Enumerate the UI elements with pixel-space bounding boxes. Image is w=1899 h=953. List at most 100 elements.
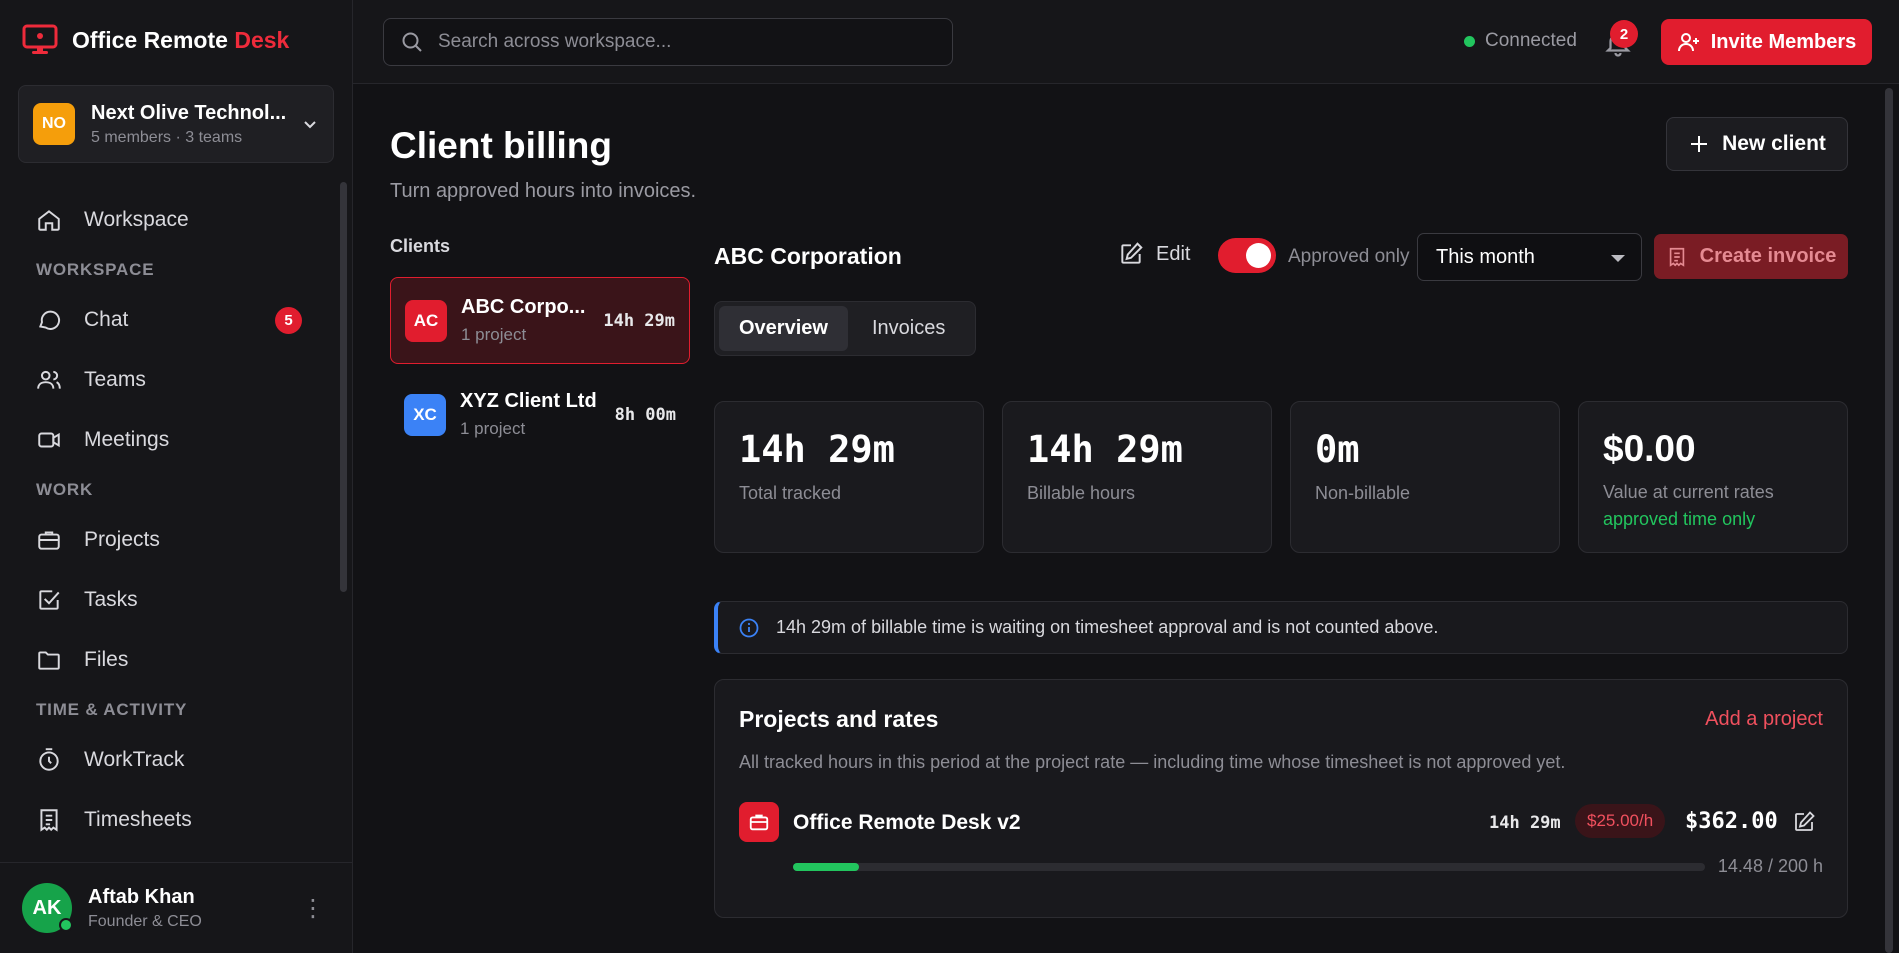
sidebar-item-label: Teams [84, 368, 146, 391]
invite-members-label: Invite Members [1710, 30, 1857, 53]
sidebar-nav: Workspace WORKSPACE Chat 5 Teams Meeting… [0, 190, 345, 850]
nav-section-time: TIME & ACTIVITY [36, 700, 188, 719]
edit-icon [1121, 242, 1143, 264]
client-project-count: 1 project [460, 419, 526, 438]
chat-bubble-icon [39, 310, 61, 330]
sidebar-item-teams[interactable]: Teams [0, 350, 345, 410]
sidebar-item-tasks[interactable]: Tasks [0, 570, 345, 630]
more-options-icon[interactable]: ⋮ [293, 894, 333, 923]
user-profile[interactable]: AK Aftab Khan Founder & CEO ⋮ [0, 862, 353, 953]
stat-value: 14h 29m [1027, 428, 1183, 471]
stat-label: Non-billable [1315, 483, 1411, 503]
connection-status-label: Connected [1485, 30, 1577, 51]
client-avatar: XC [404, 393, 446, 436]
user-name: Aftab Khan [88, 885, 195, 908]
add-project-link[interactable]: Add a project [1705, 708, 1823, 731]
project-amount: $362.00 [1685, 809, 1778, 834]
toggle-knob [1246, 243, 1271, 268]
detail-tabs: Overview Invoices [714, 301, 976, 356]
project-progress-fill [793, 863, 860, 871]
project-rate-badge[interactable]: $25.00/h [1575, 804, 1666, 838]
period-select[interactable]: This month [1417, 233, 1642, 281]
info-banner-text: 14h 29m of billable time is waiting on t… [776, 617, 1439, 637]
notification-badge: 2 [1610, 20, 1638, 48]
sidebar-item-label: Projects [84, 528, 160, 551]
sidebar-item-label: Timesheets [84, 808, 192, 831]
client-item-abc[interactable]: AC ABC Corpo... 1 project 14h 29m [390, 277, 690, 364]
sidebar: Office Remote Desk NO Next Olive Technol… [0, 0, 353, 953]
stat-label: Value at current rates [1603, 482, 1774, 502]
online-status-dot [59, 918, 73, 932]
video-camera-icon [38, 432, 60, 448]
create-invoice-label: Create invoice [1699, 245, 1837, 267]
main-scrollbar[interactable] [1885, 88, 1893, 953]
tab-overview[interactable]: Overview [719, 306, 848, 351]
org-name: Next Olive Technol... [91, 101, 287, 124]
create-invoice-button[interactable]: Create invoice [1654, 234, 1848, 279]
brand-name: Office Remote Desk [72, 26, 290, 53]
home-icon [38, 210, 60, 231]
user-plus-icon [1677, 33, 1699, 52]
nav-section-work: WORK [36, 480, 94, 499]
sidebar-item-label: Files [84, 648, 129, 671]
client-project-count: 1 project [461, 325, 527, 344]
org-avatar: NO [33, 103, 75, 145]
plus-icon [1691, 136, 1708, 152]
tab-invoices[interactable]: Invoices [852, 306, 965, 351]
stat-value: 0m [1315, 428, 1360, 471]
sidebar-item-timesheets[interactable]: Timesheets [0, 790, 345, 850]
client-hours: 8h 00m [614, 404, 676, 425]
avatar: AK [22, 883, 73, 933]
search-box[interactable] [383, 18, 953, 66]
monitor-logo-icon [22, 24, 58, 54]
caret-down-icon [1611, 255, 1625, 262]
sidebar-scrollbar[interactable] [340, 182, 347, 592]
status-dot [1464, 35, 1475, 47]
sidebar-item-meetings[interactable]: Meetings [0, 410, 345, 470]
client-name: ABC Corpo... [461, 296, 586, 318]
new-client-label: New client [1722, 132, 1826, 155]
chat-unread-badge: 5 [275, 306, 302, 334]
page-title: Client billing [390, 125, 612, 166]
sidebar-item-worktrack[interactable]: WorkTrack [0, 730, 345, 790]
sidebar-item-files[interactable]: Files [0, 630, 345, 690]
sidebar-item-projects[interactable]: Projects [0, 510, 345, 570]
client-detail-title: ABC Corporation [714, 243, 902, 269]
nav-section-workspace: WORKSPACE [36, 260, 155, 279]
edit-icon[interactable] [1792, 810, 1816, 834]
stat-value: 14h 29m [739, 428, 895, 471]
org-meta: 5 members · 3 teams [91, 128, 243, 146]
client-item-xyz[interactable]: XC XYZ Client Ltd 1 project 8h 00m [390, 371, 690, 458]
client-avatar: AC [405, 299, 447, 342]
edit-client-button[interactable]: Edit [1118, 241, 1190, 267]
stat-label: Billable hours [1027, 483, 1136, 503]
stat-value-at-rates: $0.00 Value at current rates approved ti… [1578, 401, 1848, 553]
edit-label: Edit [1156, 242, 1191, 265]
sidebar-item-label: WorkTrack [84, 748, 185, 771]
checkbox-icon [39, 590, 60, 610]
sidebar-item-workspace[interactable]: Workspace [0, 190, 345, 250]
receipt-icon [1669, 247, 1684, 267]
sidebar-item-label: Chat [84, 308, 129, 331]
folder-icon [38, 651, 60, 670]
clients-heading: Clients [390, 236, 451, 256]
sidebar-item-chat[interactable]: Chat 5 [0, 290, 345, 350]
project-progress-track [793, 863, 1705, 871]
invite-members-button[interactable]: Invite Members [1661, 19, 1872, 65]
info-icon [739, 618, 759, 637]
new-client-button[interactable]: New client [1666, 117, 1848, 171]
approved-only-toggle[interactable] [1218, 238, 1276, 273]
topbar: Connected 2 Invite Members [353, 0, 1899, 84]
search-input[interactable] [438, 31, 918, 53]
brand[interactable]: Office Remote Desk [22, 24, 289, 56]
section-description: All tracked hours in this period at the … [739, 752, 1566, 772]
sidebar-item-label: Meetings [84, 428, 170, 451]
receipt-icon [40, 809, 58, 832]
users-icon [37, 370, 61, 389]
period-select-value: This month [1436, 245, 1535, 268]
stat-value: $0.00 [1603, 428, 1696, 469]
chevron-down-icon [304, 121, 316, 129]
project-hours-cap: 14.48 / 200 h [1717, 856, 1823, 876]
briefcase-icon [739, 802, 779, 842]
org-switcher[interactable]: NO Next Olive Technol... 5 members · 3 t… [18, 85, 334, 163]
